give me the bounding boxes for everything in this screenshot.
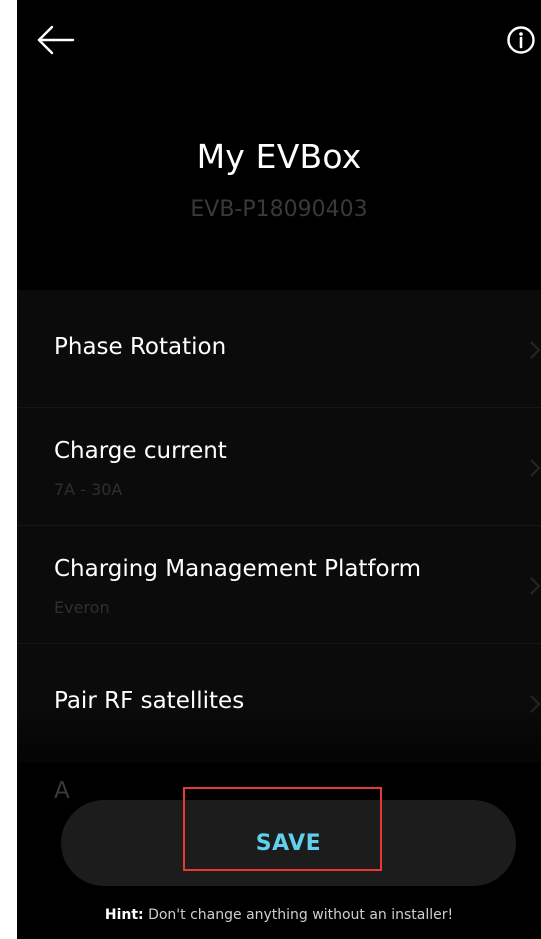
hint-message: Don't change anything without an install…: [143, 907, 454, 923]
save-button[interactable]: SAVE: [61, 800, 516, 886]
row-label: Charge current: [54, 438, 227, 464]
arrow-left-icon: [37, 25, 75, 55]
row-value: 7A - 30A: [54, 480, 123, 499]
hint-prefix: Hint:: [104, 907, 144, 923]
chevron-right-icon: [530, 577, 541, 595]
device-serial: EVB-P18090403: [190, 197, 368, 222]
row-value: Everon: [54, 598, 110, 617]
info-button[interactable]: [499, 18, 541, 62]
chevron-right-icon: [530, 459, 541, 477]
row-label: Charging Management Platform: [54, 556, 422, 582]
settings-row-phase-rotation[interactable]: Phase Rotation: [17, 290, 541, 408]
screen: My EVBox EVB-P18090403 Phase Rotation Ch…: [17, 0, 541, 939]
back-button[interactable]: [33, 18, 77, 62]
hint-text: Hint: Don't change anything without an i…: [17, 907, 541, 923]
settings-row-charge-current[interactable]: Charge current 7A - 30A: [17, 408, 541, 526]
chevron-right-icon: [530, 341, 541, 359]
save-button-label: SAVE: [255, 830, 322, 856]
row-label: A: [54, 778, 70, 804]
info-circle-icon: [507, 26, 535, 54]
device-title: My EVBox: [196, 137, 362, 176]
row-label: Phase Rotation: [54, 334, 227, 360]
settings-list: Phase Rotation Charge current 7A - 30A C…: [17, 290, 541, 762]
settings-row-charging-management-platform[interactable]: Charging Management Platform Everon: [17, 526, 541, 644]
